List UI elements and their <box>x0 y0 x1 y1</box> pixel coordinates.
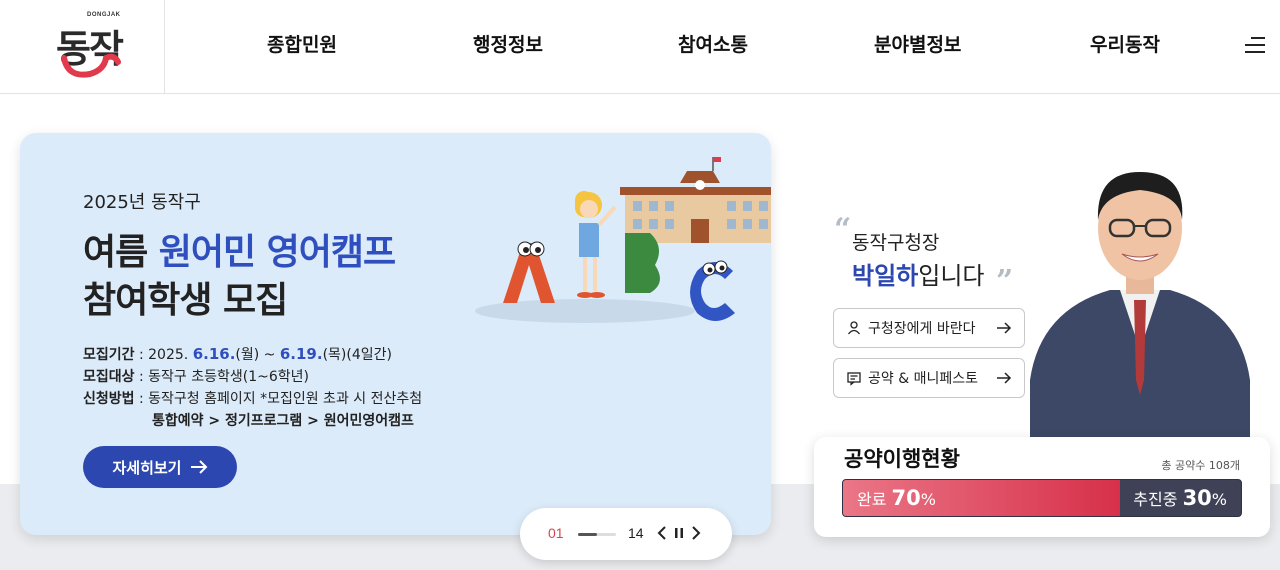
hamburger-menu-icon[interactable] <box>1245 35 1267 55</box>
arrow-right-icon <box>997 322 1012 334</box>
promise-progress-label: 추진중 30% <box>1133 486 1227 510</box>
pause-icon[interactable] <box>671 522 687 544</box>
next-slide-icon[interactable] <box>688 522 704 544</box>
dongjak-logo: 동작 <box>56 14 128 80</box>
mayor-title: 동작구청장 <box>852 232 940 254</box>
banner-title-line1: 여름 원어민 영어캠프 <box>83 232 396 273</box>
promise-total: 총 공약수 108개 <box>1161 459 1240 472</box>
site-header: 동작 DONGJAK 종합민원 행정정보 참여소통 분야별정보 우리동작 <box>0 0 1280 94</box>
main-nav: 종합민원 행정정보 참여소통 분야별정보 우리동작 <box>200 30 1200 60</box>
main-banner-slide[interactable]: 2025년 동작구 여름 원어민 영어캠프 참여학생 모집 모집기간 : 202… <box>20 133 771 535</box>
logo-link[interactable]: 동작 DONGJAK <box>0 0 165 93</box>
promise-status-card[interactable]: 공약이행현황 총 공약수 108개 완료 70% 추진중 30% <box>814 437 1270 537</box>
mayor-name-line: 박일하입니다 <box>852 262 985 290</box>
arrow-right-icon <box>190 460 207 474</box>
detail-button[interactable]: 자세히보기 <box>83 446 237 488</box>
banner-year-line: 2025년 동작구 <box>83 192 201 213</box>
promise-done-label: 완료 70% <box>857 486 936 510</box>
logo-smile-icon <box>61 53 121 78</box>
manifesto-button[interactable]: 공약 & 매니페스토 <box>833 358 1025 398</box>
pager-progress-bar <box>578 533 616 536</box>
banner-title-line2: 참여학생 모집 <box>83 280 288 321</box>
document-icon <box>847 372 861 386</box>
banner-method: 신청방법 : 동작구청 홈페이지 *모집인원 초과 시 전산추첨 <box>83 391 423 407</box>
banner-target: 모집대상 : 동작구 초등학생(1~6학년) <box>83 369 309 385</box>
quote-open-icon: “ <box>834 212 852 247</box>
nav-item-civil[interactable]: 종합민원 <box>267 30 337 57</box>
promise-progress-bar: 완료 70% 추진중 30% <box>842 479 1242 517</box>
mayor-section: “ 동작구청장 박일하입니다 ” 구청장에게 바란다 공약 & 매니페스토 <box>800 140 1280 440</box>
pager-current: 01 <box>548 525 564 541</box>
nav-item-admin[interactable]: 행정정보 <box>473 30 543 57</box>
nav-item-participation[interactable]: 참여소통 <box>678 30 748 57</box>
promise-title: 공약이행현황 <box>844 447 960 471</box>
arrow-right-icon <box>997 372 1012 384</box>
abc-school-illustration <box>475 157 771 323</box>
banner-period: 모집기간 : 2025. 6.16.(월) ~ 6.19.(목)(4일간) <box>83 345 392 363</box>
pager-progress-fill <box>578 533 597 536</box>
nav-item-field-info[interactable]: 분야별정보 <box>874 30 961 57</box>
banner-method-path: 통합예약 > 정기프로그램 > 원어민영어캠프 <box>152 413 414 429</box>
mayor-request-button[interactable]: 구청장에게 바란다 <box>833 308 1025 348</box>
mayor-photo <box>1030 172 1250 440</box>
pager-total: 14 <box>628 525 644 541</box>
slide-pager: 01 14 <box>520 508 732 560</box>
person-icon <box>847 321 861 335</box>
quote-close-icon: ” <box>996 264 1014 299</box>
nav-item-our-dongjak[interactable]: 우리동작 <box>1090 30 1160 57</box>
banner-info: 모집기간 : 2025. 6.16.(월) ~ 6.19.(목)(4일간) 모집… <box>83 343 422 432</box>
prev-slide-icon[interactable] <box>654 522 670 544</box>
